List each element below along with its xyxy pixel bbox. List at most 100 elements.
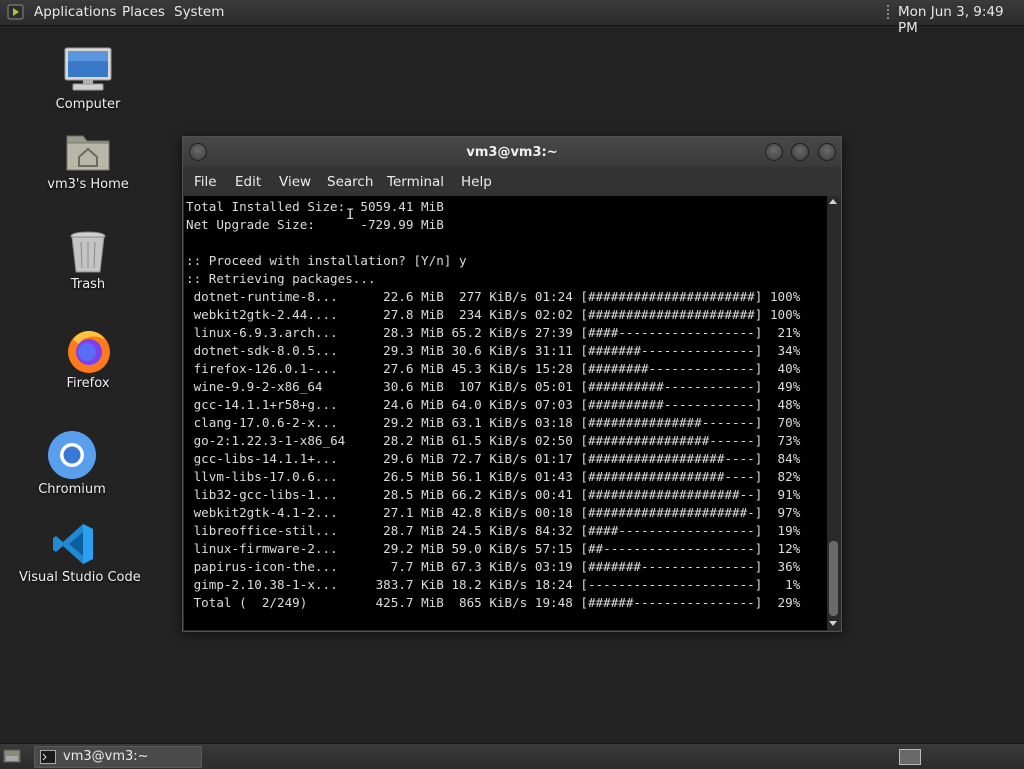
download-rate: 277 KiB/s <box>459 289 528 304</box>
desktop-icon-vscode[interactable]: Visual Studio Code <box>19 520 141 590</box>
download-eta: 02:50 <box>534 433 573 448</box>
terminal-window[interactable]: vm3@vm3:~ File Edit View Search Terminal… <box>182 136 842 632</box>
computer-icon <box>64 47 112 91</box>
system-menu[interactable]: System <box>174 4 224 20</box>
menu-file[interactable]: File <box>194 174 217 190</box>
maximize-button[interactable] <box>791 143 809 161</box>
download-name: lib32-gcc-libs-1... <box>193 487 338 502</box>
download-name: linux-6.9.3.arch... <box>193 325 338 340</box>
download-size: 28.7 MiB <box>383 523 444 538</box>
download-percent: 84% <box>777 451 801 466</box>
download-name: dotnet-sdk-8.0.5... <box>193 343 338 358</box>
scrollbar[interactable] <box>827 196 840 630</box>
scroll-up-icon[interactable] <box>829 199 837 204</box>
desktop-icon-trash[interactable]: Trash <box>33 228 143 298</box>
download-row: papirus-icon-the... 7.7 MiB 67.3 KiB/s 0… <box>186 559 801 574</box>
menu-search[interactable]: Search <box>327 174 373 190</box>
bottom-panel: vm3@vm3:~ <box>0 743 1024 769</box>
download-eta: 57:15 <box>534 541 573 556</box>
scrollbar-thumb[interactable] <box>829 541 838 616</box>
download-row: go-2:1.22.3-1-x86_64 28.2 MiB 61.5 KiB/s… <box>186 433 801 448</box>
terminal-line: Total Installed Size: 5059.41 MiB <box>186 199 444 214</box>
applications-menu-icon[interactable] <box>7 3 27 22</box>
download-percent: 1% <box>785 577 801 592</box>
download-percent: 100% <box>769 289 801 304</box>
download-size: 26.5 MiB <box>383 469 444 484</box>
download-progress-bar: [##########------------] <box>580 379 763 394</box>
download-eta: 00:18 <box>534 505 573 520</box>
scroll-down-icon[interactable] <box>829 621 837 626</box>
download-size: 7.7 MiB <box>390 559 444 574</box>
title-bar[interactable]: vm3@vm3:~ <box>183 137 841 167</box>
vscode-icon <box>53 524 93 564</box>
home-folder-icon <box>66 135 110 171</box>
menu-bar: File Edit View Search Terminal Help <box>183 167 841 196</box>
applications-menu[interactable]: Applications <box>34 4 116 20</box>
download-eta: 01:24 <box>534 289 573 304</box>
download-percent: 34% <box>777 343 801 358</box>
clock[interactable]: Mon Jun 3, 9:49 PM <box>898 4 1024 36</box>
desktop-icon-label: vm3's Home <box>47 177 129 192</box>
download-progress-bar: [##--------------------] <box>580 541 763 556</box>
desktop-icon-firefox[interactable]: Firefox <box>33 326 143 396</box>
desktop-icon-chromium[interactable]: Chromium <box>17 430 127 500</box>
download-eta: 01:43 <box>534 469 573 484</box>
desktop-icon-home[interactable]: vm3's Home <box>33 128 143 198</box>
download-percent: 40% <box>777 361 801 376</box>
menu-help[interactable]: Help <box>461 174 492 190</box>
download-progress-bar: [######----------------] <box>580 595 763 610</box>
terminal-line: Net Upgrade Size: -729.99 MiB <box>186 217 444 232</box>
download-progress-bar: [####################--] <box>580 487 763 502</box>
firefox-icon <box>68 331 110 373</box>
download-row: libreoffice-stil... 28.7 MiB 24.5 KiB/s … <box>186 523 801 538</box>
terminal-output[interactable]: Total Installed Size: 5059.41 MiB Net Up… <box>184 196 827 630</box>
taskbar-item-terminal[interactable]: vm3@vm3:~ <box>34 746 202 768</box>
download-rate: 30.6 KiB/s <box>451 343 528 358</box>
download-row: dotnet-sdk-8.0.5... 29.3 MiB 30.6 KiB/s … <box>186 343 801 358</box>
download-eta: 27:39 <box>534 325 573 340</box>
menu-view[interactable]: View <box>279 174 311 190</box>
minimize-button[interactable] <box>765 143 783 161</box>
workspace-switcher[interactable] <box>899 749 921 765</box>
download-percent: 97% <box>777 505 801 520</box>
download-row: wine-9.9-2-x86_64 30.6 MiB 107 KiB/s 05:… <box>186 379 801 394</box>
download-size: 383.7 KiB <box>375 577 444 592</box>
download-eta: 07:03 <box>534 397 573 412</box>
download-eta: 00:41 <box>534 487 573 502</box>
download-name: llvm-libs-17.0.6... <box>193 469 338 484</box>
download-eta: 02:02 <box>534 307 573 322</box>
download-size: 29.6 MiB <box>383 451 444 466</box>
download-name: firefox-126.0.1-... <box>193 361 338 376</box>
download-rate: 865 KiB/s <box>459 595 528 610</box>
window-title: vm3@vm3:~ <box>466 145 558 160</box>
terminal-text: Total Installed Size: 5059.41 MiB Net Up… <box>186 198 800 612</box>
close-button[interactable] <box>818 143 836 161</box>
download-row: clang-17.0.6-2-x... 29.2 MiB 63.1 KiB/s … <box>186 415 801 430</box>
download-name: dotnet-runtime-8... <box>193 289 338 304</box>
terminal-line: :: Proceed with installation? [Y/n] y <box>186 253 467 268</box>
download-rate: 64.0 KiB/s <box>451 397 528 412</box>
download-progress-bar: [#######---------------] <box>580 343 763 358</box>
menu-terminal[interactable]: Terminal <box>387 174 444 190</box>
download-rate: 45.3 KiB/s <box>451 361 528 376</box>
download-eta: 15:28 <box>534 361 573 376</box>
download-size: 28.5 MiB <box>383 487 444 502</box>
download-row: Total ( 2/249) 425.7 MiB 865 KiB/s 19:48… <box>186 595 801 610</box>
download-name: linux-firmware-2... <box>193 541 338 556</box>
download-row: webkit2gtk-2.44.... 27.8 MiB 234 KiB/s 0… <box>186 307 801 322</box>
download-name: clang-17.0.6-2-x... <box>193 415 338 430</box>
desktop-icon-label: Trash <box>70 277 106 292</box>
download-rate: 234 KiB/s <box>459 307 528 322</box>
download-row: gcc-libs-14.1.1+... 29.6 MiB 72.7 KiB/s … <box>186 451 801 466</box>
menu-edit[interactable]: Edit <box>235 174 261 190</box>
download-percent: 73% <box>777 433 801 448</box>
download-progress-bar: [###############-------] <box>580 415 763 430</box>
download-row: linux-6.9.3.arch... 28.3 MiB 65.2 KiB/s … <box>186 325 801 340</box>
download-eta: 18:24 <box>534 577 573 592</box>
show-desktop-icon[interactable] <box>3 748 21 764</box>
desktop-icon-computer[interactable]: Computer <box>33 44 143 114</box>
download-rate: 72.7 KiB/s <box>451 451 528 466</box>
download-progress-bar: [##################----] <box>580 469 763 484</box>
places-menu[interactable]: Places <box>122 4 165 20</box>
download-eta: 05:01 <box>534 379 573 394</box>
